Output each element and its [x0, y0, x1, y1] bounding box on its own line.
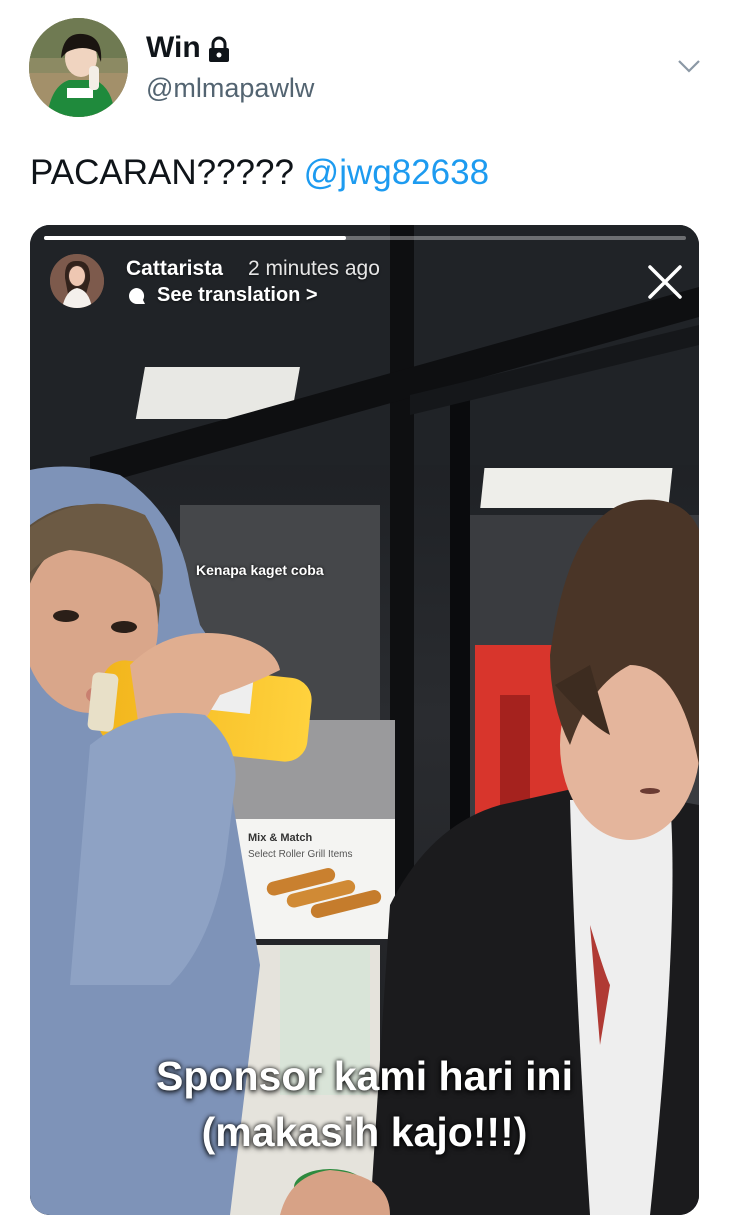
mention-link[interactable]: @jwg82638: [304, 153, 489, 192]
story-caption-line-2: (makasih kajo!!!): [201, 1109, 528, 1155]
story-caption-line-1: Sponsor kami hari ini: [156, 1053, 573, 1099]
story-progress-bar: [44, 236, 686, 240]
tweet-media-image[interactable]: Mix & Match Select Roller Grill Items Ca…: [30, 225, 699, 1215]
story-caption-small: Kenapa kaget coba: [196, 562, 324, 578]
story-username[interactable]: Cattarista: [126, 257, 223, 281]
see-translation-link[interactable]: See translation >: [157, 284, 318, 307]
user-handle[interactable]: @mlmapawlw: [146, 72, 314, 104]
lock-icon: [209, 36, 229, 62]
story-timestamp: 2 minutes ago: [248, 257, 380, 280]
tweet-text: PACARAN????? @jwg82638: [30, 150, 489, 196]
sign-title: Mix & Match: [248, 832, 312, 844]
display-name[interactable]: Win: [146, 30, 201, 66]
close-icon[interactable]: [646, 263, 684, 301]
tweet-header: Win @mlmapawlw: [0, 0, 729, 130]
story-progress-fill: [44, 236, 346, 240]
translate-icon: [129, 288, 145, 304]
sign-subtitle: Select Roller Grill Items: [248, 849, 352, 860]
story-user-avatar[interactable]: [50, 254, 104, 308]
profile-avatar[interactable]: [29, 18, 128, 117]
tweet-text-body: PACARAN?????: [30, 153, 304, 192]
chevron-down-icon[interactable]: [676, 56, 702, 76]
